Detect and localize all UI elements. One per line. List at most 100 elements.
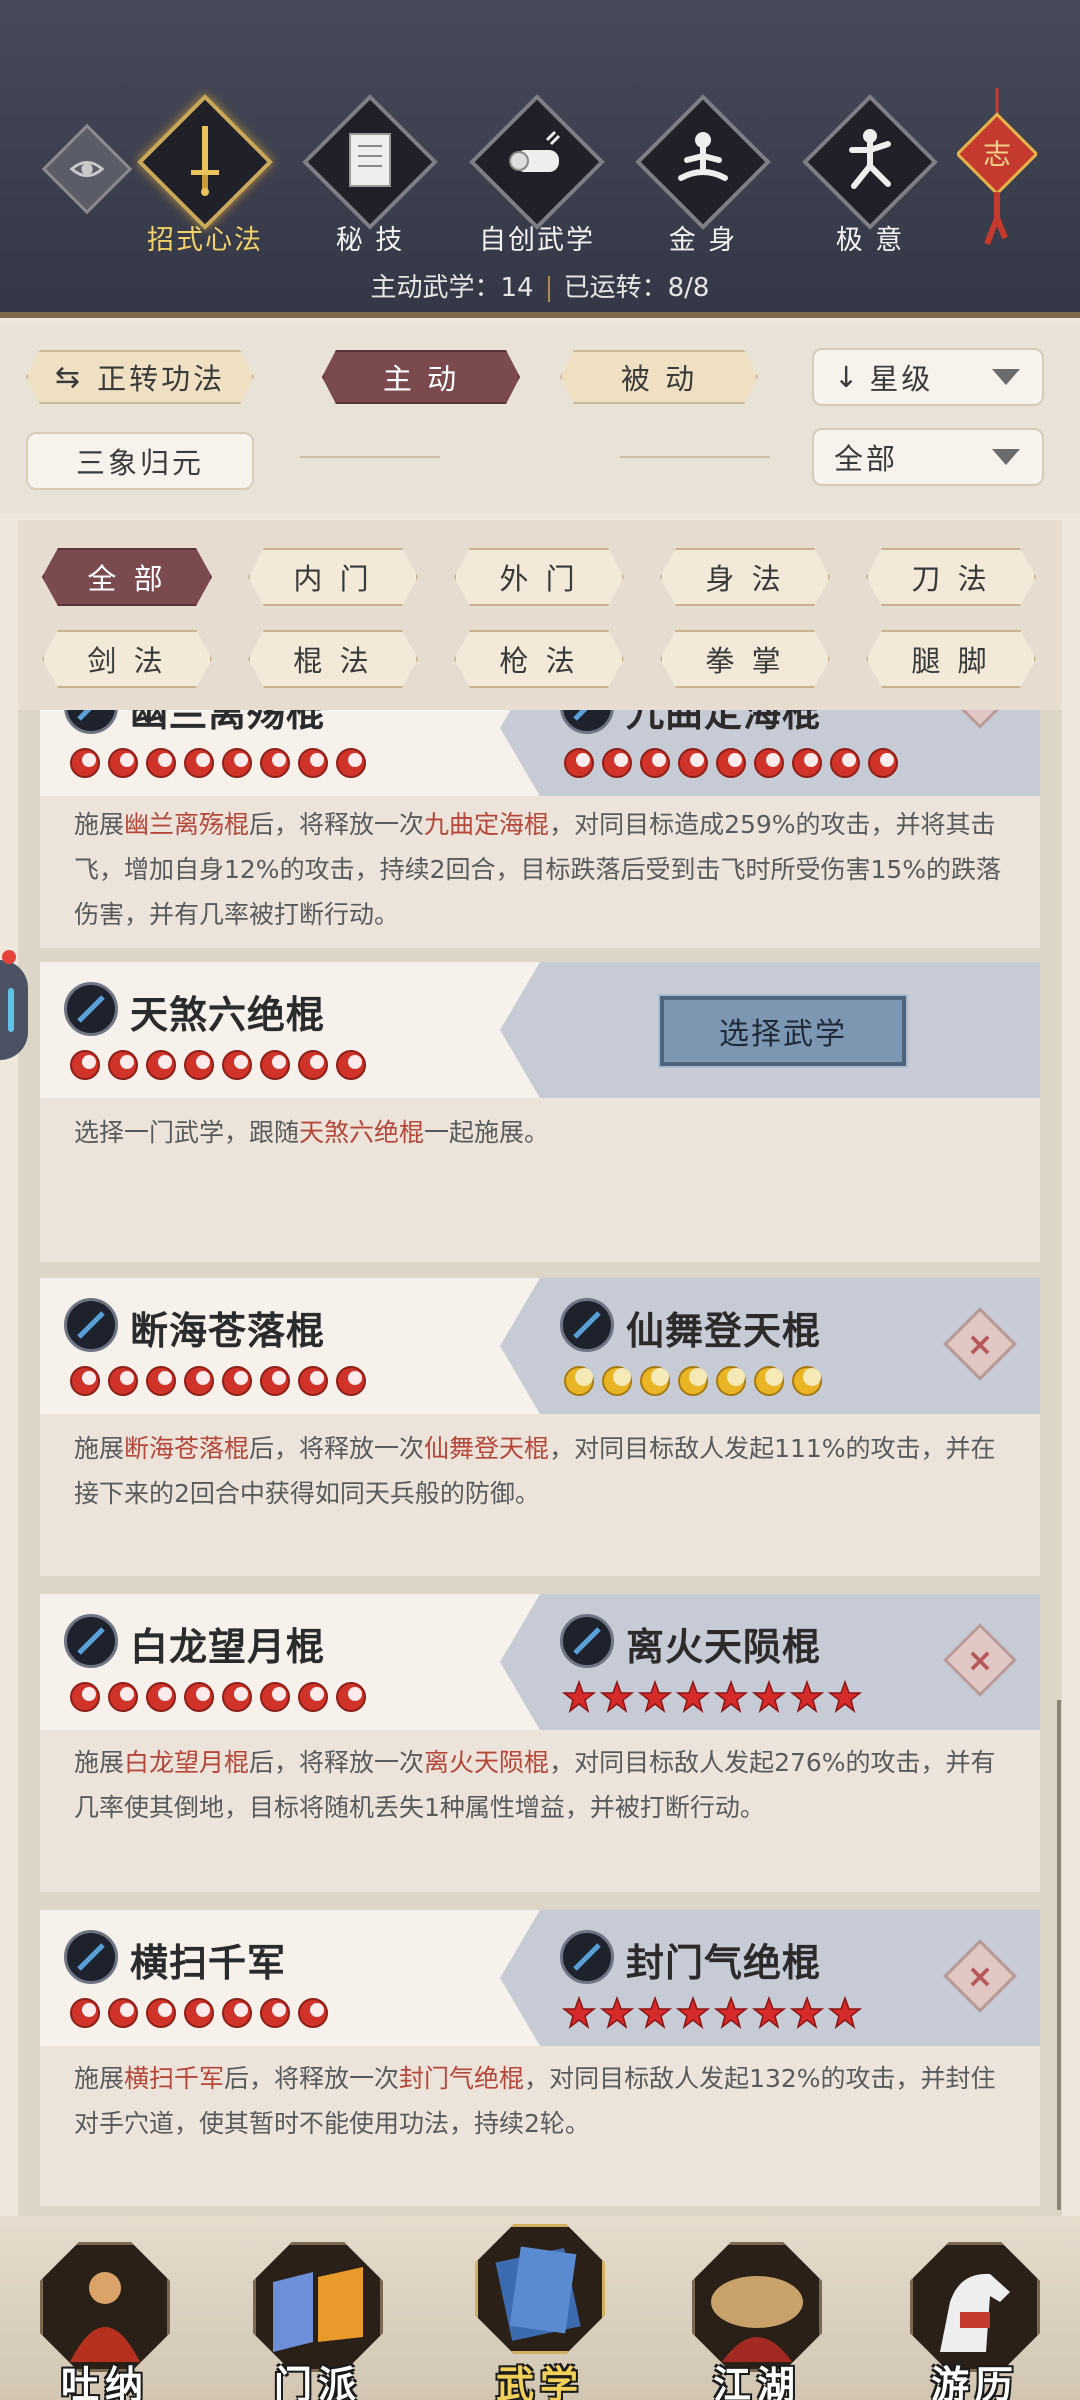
- tab-secret-skill[interactable]: 秘 技: [300, 94, 440, 260]
- flame-rank-icon: [828, 746, 866, 782]
- flame-rank-icon: [220, 1680, 258, 1716]
- staff-icon: [64, 982, 118, 1036]
- flame-rank-icon: [752, 746, 790, 782]
- tab-self-created[interactable]: 自创武学: [467, 94, 607, 260]
- close-icon: ×: [966, 1325, 994, 1363]
- flame-rank-icon: [220, 1364, 258, 1400]
- star-rank-icon: [599, 1995, 638, 2032]
- skill-list[interactable]: 幽兰离殇棍 九曲定海棍 × 施展幽兰离殇棍后，将释放一次九曲定海棍，对同目标造成…: [18, 710, 1062, 2216]
- description-text: 选择一门武学，跟随: [74, 1118, 300, 1147]
- nav-tuna[interactable]: 吐纳: [30, 2234, 180, 2400]
- flame-rank-icon: [68, 1680, 106, 1716]
- moon-rank-icon: [638, 1364, 676, 1400]
- category-outer[interactable]: 外 门: [454, 548, 624, 606]
- flame-rank-icon: [638, 746, 676, 782]
- flame-rank-icon: [182, 1996, 220, 2032]
- skill-name: 天煞六绝棍: [130, 993, 326, 1037]
- moon-rank-icon: [752, 1364, 790, 1400]
- tab-ultimate-intent[interactable]: 极 意: [800, 94, 940, 260]
- flame-rank-icon: [144, 1048, 182, 1084]
- tab-moves-method[interactable]: 招式心法: [135, 94, 275, 260]
- category-label: 刀 法: [911, 562, 991, 596]
- active-filter-button[interactable]: 主 动: [322, 350, 520, 404]
- tab-golden-body[interactable]: 金 身: [633, 94, 773, 260]
- category-fist[interactable]: 拳 掌: [660, 630, 830, 688]
- star-rating: [562, 746, 904, 782]
- switch-method-button[interactable]: ⇆ 正转功法: [26, 350, 254, 404]
- flame-rank-icon: [334, 1048, 372, 1084]
- category-sword[interactable]: 剑 法: [42, 630, 212, 688]
- tab-label: 极 意: [835, 225, 905, 256]
- flame-rank-icon: [220, 746, 258, 782]
- flame-rank-icon: [258, 746, 296, 782]
- star-rank-icon: [713, 1679, 752, 1716]
- category-all[interactable]: 全 部: [42, 548, 212, 606]
- category-label: 内 门: [293, 562, 373, 596]
- close-icon: ×: [966, 1957, 994, 1995]
- category-movement[interactable]: 身 法: [660, 548, 830, 606]
- flame-rank-icon: [334, 1680, 372, 1716]
- passive-filter-button[interactable]: 被 动: [560, 350, 758, 404]
- flame-rank-icon: [144, 1364, 182, 1400]
- top-bar: 招式心法 秘 技 自创武学 金 身 极 意 志 主动武学：14 已运转：8/8: [0, 0, 1080, 318]
- active-filter-label: 主 动: [382, 362, 460, 396]
- eye-toggle-button[interactable]: [41, 123, 133, 215]
- star-rating: [68, 1364, 372, 1400]
- category-inner[interactable]: 内 门: [248, 548, 418, 606]
- flame-rank-icon: [334, 746, 372, 782]
- category-leg[interactable]: 腿 脚: [866, 630, 1036, 688]
- skill-description: 施展白龙望月棍后，将释放一次离火天陨棍，对同目标敌人发起276%的攻击，并有几率…: [74, 1740, 1006, 1830]
- martial-stance-icon: [849, 129, 891, 189]
- description-text: 施展: [74, 1434, 125, 1463]
- flame-rank-icon: [562, 746, 600, 782]
- star-rating: [561, 1679, 866, 1716]
- highlighted-skill-name: 封门气绝棍: [399, 2064, 525, 2093]
- scope-dropdown[interactable]: 全部: [812, 428, 1044, 486]
- switch-method-label: 正转功法: [97, 362, 226, 396]
- sanxiang-button[interactable]: 三象归元: [26, 432, 254, 490]
- flame-rank-icon: [220, 1996, 258, 2032]
- highlighted-skill-name: 横扫千军: [124, 2064, 225, 2093]
- skill-card: 幽兰离殇棍 九曲定海棍 × 施展幽兰离殇棍后，将释放一次九曲定海棍，对同目标造成…: [40, 710, 1040, 948]
- side-drawer-handle[interactable]: [0, 960, 28, 1060]
- nav-sect[interactable]: 门派: [243, 2234, 393, 2400]
- flame-rank-icon: [182, 1680, 220, 1716]
- category-label: 拳 掌: [705, 644, 785, 678]
- moon-rank-icon: [562, 1364, 600, 1400]
- skill-name: 横扫千军: [130, 1941, 287, 1985]
- nav-martial-arts[interactable]: 武学: [465, 2224, 615, 2400]
- sort-dropdown[interactable]: ↓ 星级: [812, 348, 1044, 406]
- nav-label: 游历: [930, 2363, 1019, 2400]
- nav-label: 吐纳: [60, 2363, 149, 2400]
- category-staff[interactable]: 棍 法: [248, 630, 418, 688]
- flame-rank-icon: [258, 1680, 296, 1716]
- scope-label: 全部: [834, 442, 899, 476]
- divider-ornament: [620, 456, 770, 458]
- chinese-knot-icon[interactable]: 志: [957, 88, 1037, 248]
- skill-card: 横扫千军 封门气绝棍 × 施展横扫千军后，将释放一次封门气绝棍，对同目标敌人发起…: [40, 1910, 1040, 2206]
- description-text: 施展: [74, 810, 125, 839]
- category-label: 外 门: [499, 562, 579, 596]
- star-rank-icon: [637, 1679, 676, 1716]
- meditation-icon: [678, 132, 728, 181]
- nav-label: 门派: [273, 2363, 362, 2400]
- staff-icon: [64, 1298, 118, 1352]
- flame-rank-icon: [144, 746, 182, 782]
- category-blade[interactable]: 刀 法: [866, 548, 1036, 606]
- running-count: 已运转：8/8: [563, 273, 710, 303]
- category-label: 腿 脚: [911, 644, 991, 678]
- choose-skill-button[interactable]: 选择武学: [658, 994, 908, 1068]
- list-scrollbar[interactable]: [1057, 1700, 1061, 2210]
- staff-icon: [560, 1298, 614, 1352]
- sword-icon: [191, 126, 219, 196]
- manual-icon: [495, 2246, 581, 2341]
- nav-label: 江湖: [712, 2363, 801, 2400]
- highlighted-skill-name: 白龙望月棍: [124, 1748, 250, 1777]
- moon-rank-icon: [790, 1364, 828, 1400]
- category-spear[interactable]: 枪 法: [454, 630, 624, 688]
- nav-travel[interactable]: 游历: [900, 2234, 1050, 2400]
- nav-jianghu[interactable]: 江湖: [682, 2234, 832, 2400]
- category-label: 身 法: [705, 562, 785, 596]
- highlighted-skill-name: 仙舞登天棍: [424, 1434, 550, 1463]
- skill-card: 天煞六绝棍 选择武学 选择一门武学，跟随天煞六绝棍一起施展。: [40, 962, 1040, 1262]
